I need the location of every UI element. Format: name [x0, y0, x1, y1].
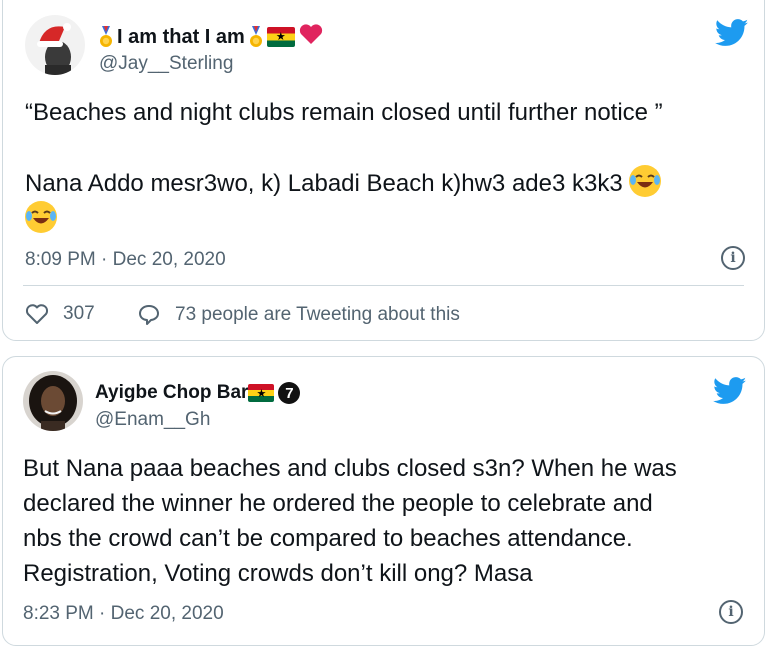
tweet-timestamp[interactable]: 8:09 PM · Dec 20, 2020	[25, 249, 226, 271]
tweet-card-2[interactable]: Ayigbe Chop Bar 7 @Enam__Gh But Nana paa…	[2, 356, 765, 646]
tears-of-joy-emoji-icon	[629, 165, 662, 197]
display-name-row[interactable]: Ayigbe Chop Bar 7	[95, 382, 301, 404]
red-heart-icon	[299, 23, 323, 51]
avatar-image	[25, 15, 85, 75]
info-icon[interactable]: i	[719, 600, 743, 624]
tweet-body: “Beaches and night clubs remain closed u…	[25, 95, 663, 237]
display-name-row[interactable]: I am that I am	[99, 23, 323, 51]
tweet-text-line: Registration, Voting crowds don’t kill o…	[23, 560, 533, 587]
like-action[interactable]: 307	[25, 303, 95, 325]
speech-bubble-icon	[139, 305, 159, 325]
display-name[interactable]: Ayigbe Chop Bar	[95, 382, 248, 404]
medal-icon	[249, 26, 263, 48]
like-count: 307	[63, 303, 95, 324]
tweet-body: But Nana paaa beaches and clubs closed s…	[23, 451, 677, 591]
avatar[interactable]	[25, 15, 85, 75]
avatar-image	[23, 371, 83, 431]
tweet-text-line: nbs the crowd can’t be compared to beach…	[23, 525, 633, 552]
info-icon[interactable]: i	[721, 246, 745, 270]
user-handle[interactable]: @Enam__Gh	[95, 409, 210, 431]
tweet-text-line: declared the winner he ordered the peopl…	[23, 490, 653, 517]
ghana-flag-icon	[248, 384, 275, 403]
avatar[interactable]	[23, 371, 83, 431]
twitter-bird-icon[interactable]	[712, 377, 747, 405]
tweet-card-1[interactable]: I am that I am @Jay__Sterling “Beaches a…	[2, 0, 765, 341]
medal-icon	[99, 26, 113, 48]
tweet-text-line	[25, 130, 663, 165]
heart-outline-icon	[25, 304, 49, 324]
user-handle[interactable]: @Jay__Sterling	[99, 53, 233, 75]
twitter-bird-icon[interactable]	[714, 19, 749, 47]
tweeting-about-link[interactable]: 73 people are Tweeting about this	[137, 303, 460, 327]
number-badge-icon: 7	[278, 382, 301, 404]
tweet-text-line: “Beaches and night clubs remain closed u…	[25, 99, 663, 126]
tweet-text-line: But Nana paaa beaches and clubs closed s…	[23, 455, 677, 482]
tweeting-about-text: 73 people are Tweeting about this	[175, 304, 460, 325]
divider	[23, 285, 744, 286]
ghana-flag-icon	[266, 27, 295, 47]
tweet-text-line: Nana Addo mesr3wo, k) Labadi Beach k)hw3…	[25, 165, 663, 201]
display-name[interactable]: I am that I am	[117, 26, 245, 49]
tears-of-joy-emoji-icon	[25, 201, 57, 233]
tweet-text-line	[25, 201, 663, 237]
tweet-text-segment: Nana Addo mesr3wo, k) Labadi Beach k)hw3…	[25, 170, 623, 197]
